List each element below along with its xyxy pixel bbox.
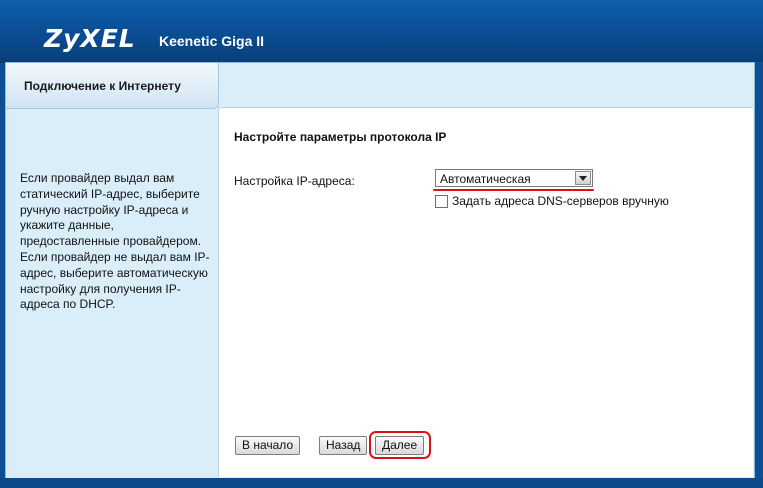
section-title: Настройте параметры протокола IP (234, 130, 447, 144)
tab-label: Подключение к Интернету (24, 79, 181, 93)
ip-setting-select[interactable]: Автоматическая (435, 169, 593, 187)
red-underline-annotation (433, 189, 594, 191)
start-button[interactable]: В начало (235, 436, 301, 455)
wizard-frame: Подключение к Интернету Если провайдер в… (5, 62, 755, 479)
dns-manual-checkbox[interactable] (435, 195, 448, 208)
settings-panel: Настройте параметры протокола IP Настрой… (218, 107, 753, 477)
red-circle-annotation (369, 431, 431, 459)
app-header: ZyXEL Keenetic Giga II (0, 0, 763, 63)
product-name: Keenetic Giga II (159, 33, 265, 49)
dns-manual-label[interactable]: Задать адреса DNS-серверов вручную (452, 194, 669, 208)
chevron-down-icon[interactable] (575, 171, 591, 185)
right-border (754, 62, 763, 478)
zyxel-logo: ZyXEL (44, 24, 136, 53)
tab-internet-connection[interactable]: Подключение к Интернету (6, 63, 219, 109)
ip-setting-label: Настройка IP-адреса: (234, 174, 355, 188)
help-text: Если провайдер выдал вам статический IP-… (20, 171, 210, 312)
ip-setting-selected-value: Автоматическая (440, 172, 531, 186)
back-button[interactable]: Назад (319, 436, 368, 455)
bottom-band (0, 478, 763, 488)
